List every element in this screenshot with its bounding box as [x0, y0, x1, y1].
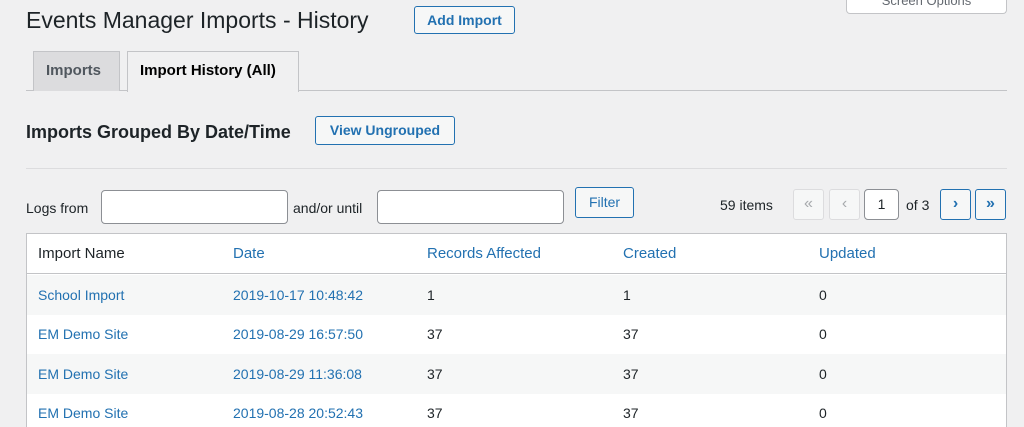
column-header-records-affected[interactable]: Records Affected — [427, 246, 541, 262]
records-updated: 0 — [819, 287, 827, 303]
last-page-button[interactable]: » — [975, 189, 1006, 220]
tab-import-history[interactable]: Import History (All) — [127, 51, 299, 92]
first-page-button: « — [793, 189, 824, 220]
records-created: 37 — [623, 405, 639, 421]
column-header-updated[interactable]: Updated — [819, 246, 876, 262]
logs-from-input[interactable] — [101, 190, 288, 224]
import-date-link[interactable]: 2019-10-17 10:48:42 — [233, 287, 363, 303]
section-divider — [26, 168, 1007, 169]
section-title: Imports Grouped By Date/Time — [26, 122, 291, 142]
screen-options-button[interactable]: Screen Options — [846, 0, 1007, 14]
add-import-button[interactable]: Add Import — [414, 6, 515, 34]
next-page-button[interactable]: › — [940, 189, 971, 220]
import-name-link[interactable]: EM Demo Site — [38, 405, 128, 421]
import-date-link[interactable]: 2019-08-29 11:36:08 — [233, 366, 362, 382]
table-row: EM Demo Site 2019-08-28 20:52:43 37 37 0 — [27, 393, 1006, 427]
table-row: EM Demo Site 2019-08-29 11:36:08 37 37 0 — [27, 354, 1006, 394]
records-affected: 37 — [427, 405, 443, 421]
records-created: 37 — [623, 326, 639, 342]
records-affected: 37 — [427, 326, 443, 342]
tab-imports[interactable]: Imports — [33, 51, 120, 91]
logs-from-label: Logs from — [26, 200, 89, 216]
filter-button[interactable]: Filter — [575, 187, 634, 218]
import-date-link[interactable]: 2019-08-28 20:52:43 — [233, 405, 363, 421]
records-created: 1 — [623, 287, 631, 303]
records-updated: 0 — [819, 405, 827, 421]
import-history-table: Import Name Date Records Affected Create… — [26, 233, 1007, 427]
import-name-link[interactable]: EM Demo Site — [38, 326, 128, 342]
records-created: 37 — [623, 366, 639, 382]
import-name-link[interactable]: School Import — [38, 287, 124, 303]
records-updated: 0 — [819, 366, 827, 382]
column-header-date[interactable]: Date — [233, 246, 265, 262]
page-title: Events Manager Imports - History — [26, 7, 369, 33]
logs-until-input[interactable] — [377, 190, 564, 224]
prev-page-button: ‹ — [829, 189, 860, 220]
logs-until-label: and/or until — [293, 200, 363, 216]
page-total: of 3 — [906, 197, 930, 213]
table-row: EM Demo Site 2019-08-29 16:57:50 37 37 0 — [27, 314, 1006, 354]
items-count: 59 items — [720, 197, 773, 213]
table-row: School Import 2019-10-17 10:48:42 1 1 0 — [27, 275, 1006, 315]
table-header: Import Name Date Records Affected Create… — [27, 234, 1006, 274]
view-ungrouped-button[interactable]: View Ungrouped — [315, 116, 455, 145]
import-name-link[interactable]: EM Demo Site — [38, 366, 128, 382]
import-date-link[interactable]: 2019-08-29 16:57:50 — [233, 326, 363, 342]
column-header-import-name: Import Name — [38, 245, 125, 262]
records-affected: 1 — [427, 287, 435, 303]
current-page-input[interactable]: 1 — [864, 189, 899, 220]
column-header-created[interactable]: Created — [623, 246, 676, 262]
records-updated: 0 — [819, 326, 827, 342]
records-affected: 37 — [427, 366, 443, 382]
